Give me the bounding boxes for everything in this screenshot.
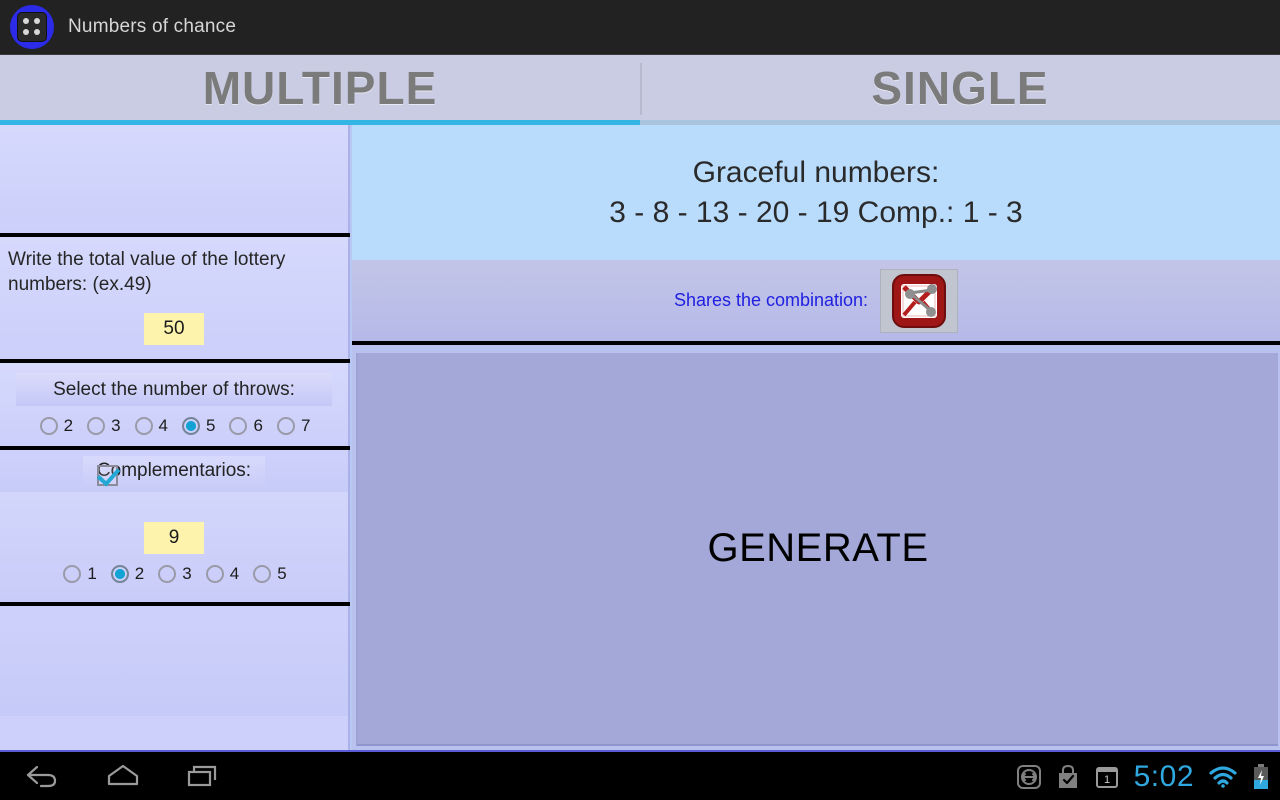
shopping-bag-check-icon[interactable] <box>1056 764 1080 790</box>
panel-bottom-spacer <box>0 606 348 716</box>
throws-option-3[interactable]: 3 <box>79 416 126 436</box>
complementary-label-1: 1 <box>87 564 97 583</box>
complementary-label-4: 4 <box>229 564 240 583</box>
share-mail-icon <box>892 273 947 328</box>
complementary-label-wrap: Complementarios: <box>82 456 266 486</box>
app-screen: Numbers of chance MULTIPLE SINGLE Write … <box>0 0 1280 800</box>
generate-label: GENERATE <box>707 526 929 570</box>
share-label: Shares the combination: <box>673 290 869 310</box>
tab-single[interactable]: SINGLE <box>640 55 1280 125</box>
complementary-option-1[interactable]: 1 <box>55 564 102 584</box>
throws-radio-2[interactable] <box>39 417 58 435</box>
throws-label-7: 7 <box>300 416 311 435</box>
tab-multiple-label: MULTIPLE <box>202 62 438 114</box>
tab-multiple[interactable]: MULTIPLE <box>0 55 640 125</box>
complementary-body: 9 1 2 3 4 5 <box>0 492 348 602</box>
system-nav-bar: 1 5:02 <box>0 750 1280 800</box>
throws-radio-group[interactable]: 2 3 4 5 6 7 <box>0 406 348 446</box>
wifi-icon[interactable] <box>1208 765 1238 789</box>
complementary-radio-3[interactable] <box>158 565 177 583</box>
throws-section: Select the number of throws: 2 3 4 5 6 7 <box>0 363 348 446</box>
main-content: Write the total value of the lottery num… <box>0 125 1280 750</box>
total-value-input[interactable]: 50 <box>144 313 204 345</box>
total-value-prompt: Write the total value of the lottery num… <box>8 249 286 295</box>
complementary-option-5[interactable]: 5 <box>245 564 292 584</box>
sync-arrows-icon[interactable] <box>1016 764 1042 790</box>
throws-option-4[interactable]: 4 <box>127 416 174 436</box>
result-numbers: 3 - 8 - 13 - 20 - 19 Comp.: 1 - 3 <box>609 195 1023 229</box>
result-title: Graceful numbers: <box>692 155 940 189</box>
notification-badge[interactable]: 1 <box>1094 764 1120 790</box>
results-panel: Graceful numbers: 3 - 8 - 13 - 20 - 19 C… <box>352 125 1280 750</box>
dice-icon <box>10 5 54 49</box>
nav-buttons <box>0 762 222 790</box>
throws-radio-3[interactable] <box>87 417 106 435</box>
complementary-section: Complementarios: 9 1 2 3 4 5 <box>0 450 348 602</box>
complementary-radio-5[interactable] <box>253 565 272 583</box>
total-value-section: Write the total value of the lottery num… <box>0 237 348 359</box>
generate-button[interactable]: GENERATE <box>356 353 1278 746</box>
complementary-input[interactable]: 9 <box>144 522 204 554</box>
throws-label: Select the number of throws: <box>16 373 332 406</box>
status-icons: 1 5:02 <box>1016 752 1270 800</box>
throws-radio-4[interactable] <box>134 417 153 435</box>
complementary-option-2[interactable]: 2 <box>103 564 150 584</box>
complementary-radio-group[interactable]: 1 2 3 4 5 <box>0 554 348 594</box>
throws-option-5[interactable]: 5 <box>174 416 221 436</box>
svg-text:1: 1 <box>1104 774 1110 786</box>
complementary-label-3: 3 <box>182 564 192 583</box>
complementary-label-2: 2 <box>134 564 145 583</box>
recents-icon[interactable] <box>184 762 222 790</box>
title-bar: Numbers of chance <box>0 0 1280 55</box>
app-title: Numbers of chance <box>68 16 237 37</box>
battery-charging-icon[interactable] <box>1252 763 1270 791</box>
complementary-label-5: 5 <box>277 564 287 583</box>
share-row: Shares the combination: <box>352 260 1280 345</box>
throws-radio-6[interactable] <box>229 417 248 435</box>
panel-top-spacer <box>0 125 348 233</box>
back-icon[interactable] <box>24 762 62 790</box>
complementary-radio-1[interactable] <box>63 565 82 583</box>
clock: 5:02 <box>1133 760 1194 793</box>
throws-label-6: 6 <box>253 416 263 435</box>
complementary-checkbox[interactable] <box>96 465 118 486</box>
throws-label-2: 2 <box>63 416 74 435</box>
tab-bar: MULTIPLE SINGLE <box>0 55 1280 125</box>
home-icon[interactable] <box>104 762 142 790</box>
throws-label-5: 5 <box>206 416 216 435</box>
complementary-option-3[interactable]: 3 <box>150 564 197 584</box>
throws-radio-5[interactable] <box>182 417 200 435</box>
throws-option-2[interactable]: 2 <box>32 416 79 436</box>
throws-radio-7[interactable] <box>276 417 295 435</box>
settings-panel: Write the total value of the lottery num… <box>0 125 350 750</box>
throws-option-6[interactable]: 6 <box>221 416 268 436</box>
complementary-header: Complementarios: <box>0 450 348 492</box>
tab-single-label: SINGLE <box>871 62 1049 114</box>
share-button[interactable] <box>880 268 959 333</box>
throws-label-4: 4 <box>158 416 168 435</box>
complementary-radio-2[interactable] <box>110 565 129 583</box>
complementary-option-4[interactable]: 4 <box>198 564 245 584</box>
result-display: Graceful numbers: 3 - 8 - 13 - 20 - 19 C… <box>352 125 1280 260</box>
throws-label-3: 3 <box>111 416 121 435</box>
throws-option-7[interactable]: 7 <box>269 416 316 436</box>
complementary-radio-4[interactable] <box>205 565 224 583</box>
